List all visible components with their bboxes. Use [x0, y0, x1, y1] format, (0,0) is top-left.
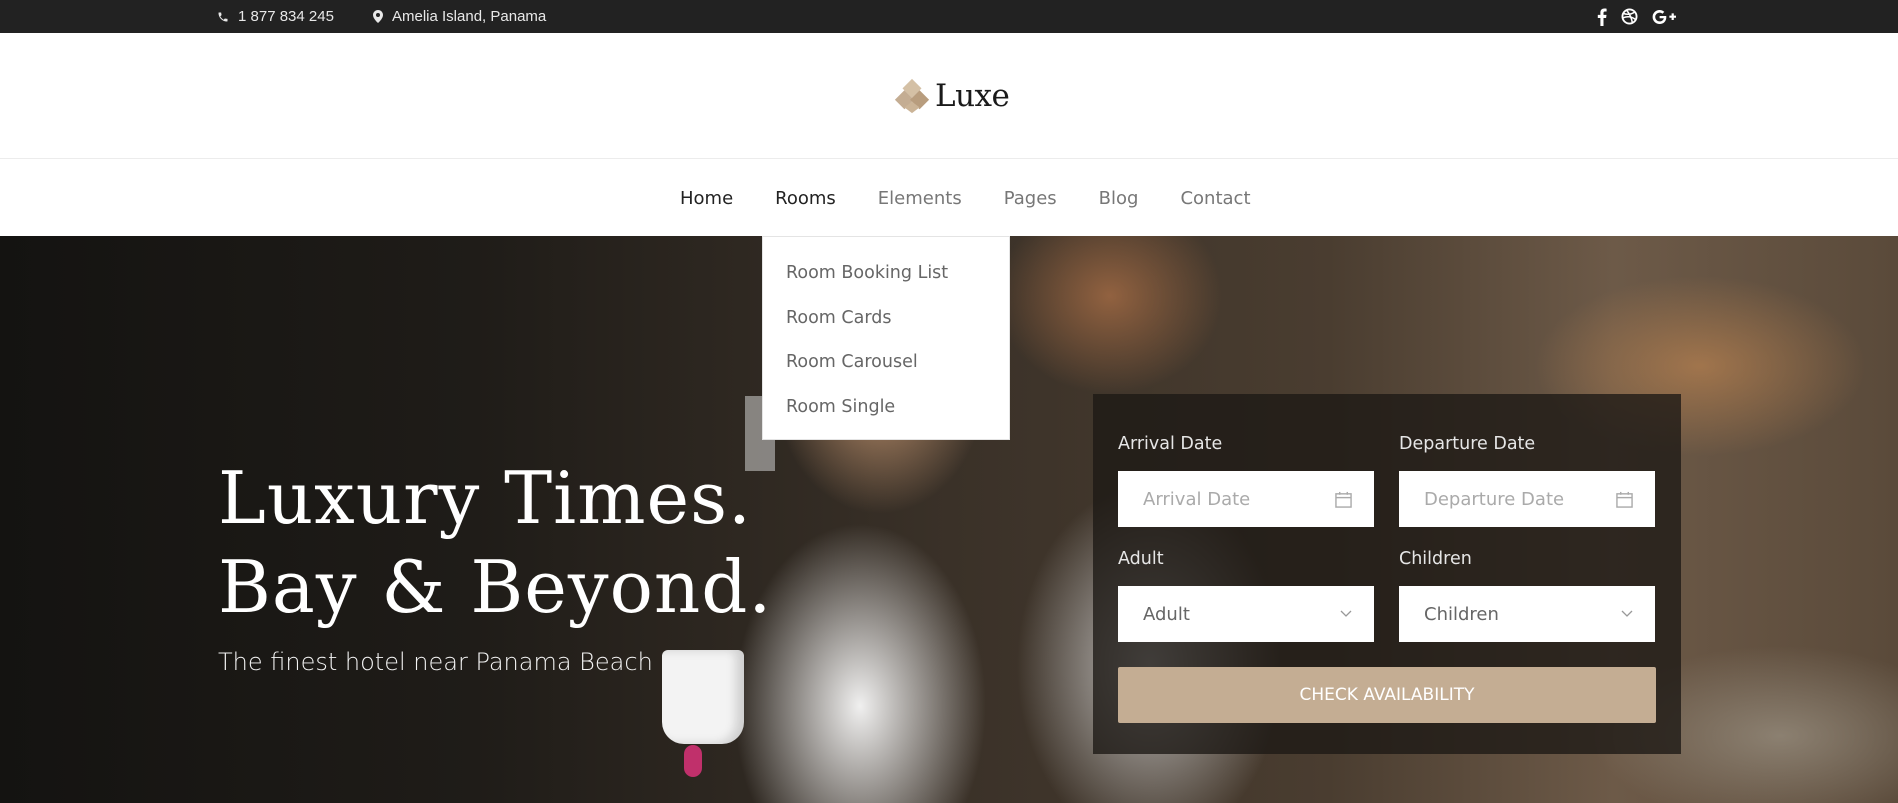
calendar-icon	[1335, 491, 1352, 508]
departure-date-label: Departure Date	[1399, 434, 1536, 454]
social-links	[1597, 0, 1676, 33]
map-pin-icon	[373, 10, 383, 23]
diamond-leaf-icon	[894, 78, 930, 114]
logo-header: Luxe	[0, 33, 1898, 159]
adult-label: Adult	[1118, 549, 1164, 569]
arrival-date-field[interactable]: Arrival Date	[1118, 471, 1374, 527]
arrival-date-placeholder: Arrival Date	[1143, 488, 1251, 510]
chevron-down-icon	[1621, 610, 1633, 617]
nav-item-blog[interactable]: Blog	[1099, 188, 1139, 209]
hero-subtitle: The finest hotel near Panama Beach	[218, 648, 653, 676]
children-selected-value: Children	[1424, 603, 1499, 625]
hand-detail-image	[684, 745, 702, 777]
top-bar: 1 877 834 245 Amelia Island, Panama	[0, 0, 1898, 33]
departure-date-field[interactable]: Departure Date	[1399, 471, 1655, 527]
adult-selected-value: Adult	[1143, 603, 1190, 625]
nav-item-contact[interactable]: Contact	[1180, 188, 1250, 209]
phone-icon	[218, 12, 228, 21]
facebook-icon[interactable]	[1597, 8, 1607, 26]
main-navigation: Home Rooms Elements Pages Blog Contact	[0, 160, 1898, 236]
phone-contact[interactable]: 1 877 834 245	[217, 0, 334, 33]
calendar-icon	[1616, 491, 1633, 508]
chevron-down-icon	[1340, 610, 1352, 617]
hero-title-line-1: Luxury Times.	[218, 456, 752, 540]
nav-item-pages[interactable]: Pages	[1004, 188, 1057, 209]
arrival-date-label: Arrival Date	[1118, 434, 1223, 454]
children-label: Children	[1399, 549, 1472, 569]
location-info: Amelia Island, Panama	[373, 0, 546, 33]
dropdown-item-room-booking-list[interactable]: Room Booking List	[763, 251, 1009, 296]
coffee-cup-image	[662, 650, 744, 744]
location-text: Amelia Island, Panama	[392, 8, 547, 25]
dribbble-icon[interactable]	[1621, 8, 1638, 25]
rooms-dropdown-menu: Room Booking List Room Cards Room Carous…	[762, 236, 1010, 440]
dropdown-item-room-cards[interactable]: Room Cards	[763, 296, 1009, 341]
site-logo[interactable]: Luxe	[893, 77, 1010, 115]
logo-text: Luxe	[935, 78, 1010, 114]
adult-select[interactable]: Adult	[1118, 586, 1374, 642]
nav-item-home[interactable]: Home	[680, 188, 733, 209]
phone-number: 1 877 834 245	[238, 8, 334, 25]
google-plus-icon[interactable]	[1652, 9, 1676, 25]
booking-form: Arrival Date Arrival Date Departure Date…	[1093, 394, 1681, 754]
hero-title-line-2: Bay & Beyond.	[218, 545, 773, 629]
hero-title: Luxury Times. Bay & Beyond.	[218, 454, 772, 632]
departure-date-placeholder: Departure Date	[1424, 488, 1565, 510]
dropdown-item-room-carousel[interactable]: Room Carousel	[763, 340, 1009, 385]
nav-item-rooms[interactable]: Rooms	[775, 188, 836, 209]
nav-item-elements[interactable]: Elements	[878, 188, 962, 209]
children-select[interactable]: Children	[1399, 586, 1655, 642]
check-availability-button[interactable]: CHECK AVAILABILITY	[1118, 667, 1656, 723]
dropdown-item-room-single[interactable]: Room Single	[763, 385, 1009, 430]
